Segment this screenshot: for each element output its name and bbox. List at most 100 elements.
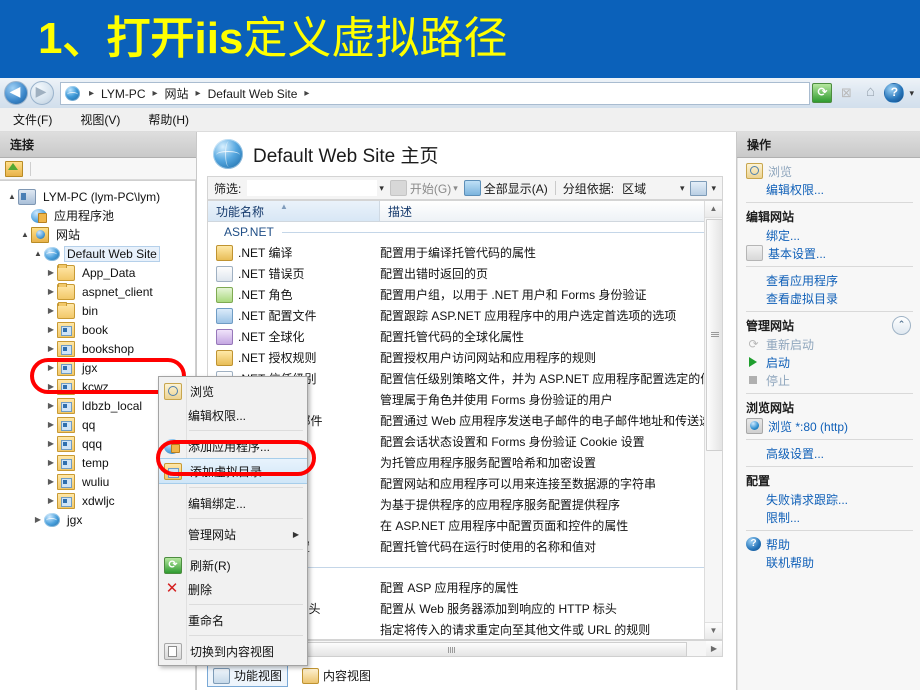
action-item[interactable]: ⟳ 重新启动 bbox=[738, 335, 920, 353]
context-menu-item[interactable]: 浏览 bbox=[159, 379, 307, 403]
feature-row[interactable]: .NET 配置文件 配置跟踪 ASP.NET 应用程序中的用户选定首选项的选项 bbox=[208, 305, 722, 326]
feature-row[interactable]: .NET 授权规则 配置授权用户访问网站和应用程序的规则 bbox=[208, 347, 722, 368]
context-menu-item[interactable]: 编辑权限... bbox=[159, 403, 307, 427]
tree-node[interactable]: ▲ LYM-PC (lym-PC\lym) bbox=[0, 187, 195, 206]
tree-expand-arrow-icon[interactable]: ▶ bbox=[45, 477, 57, 486]
action-item[interactable]: 高级设置... bbox=[738, 444, 920, 462]
breadcrumb-item-server[interactable]: LYM-PC bbox=[99, 87, 147, 101]
scrollbar-thumb[interactable] bbox=[706, 219, 722, 451]
filter-go-chevron-icon[interactable]: ▾ bbox=[453, 183, 458, 194]
tree-expand-arrow-icon[interactable]: ▶ bbox=[45, 420, 57, 429]
tree-expand-arrow-icon[interactable]: ▶ bbox=[45, 382, 57, 391]
action-item[interactable]: 查看虚拟目录 bbox=[738, 289, 920, 307]
action-item[interactable]: 失败请求跟踪... bbox=[738, 490, 920, 508]
action-item[interactable]: 限制... bbox=[738, 508, 920, 526]
feature-row[interactable]: .NET 全球化 配置托管代码的全球化属性 bbox=[208, 326, 722, 347]
tree-node[interactable]: ▶ bookshop bbox=[0, 339, 195, 358]
tree-collapse-arrow-icon[interactable]: ▲ bbox=[19, 230, 31, 239]
filter-chevron-down-icon[interactable]: ▾ bbox=[379, 183, 384, 194]
tree-expand-arrow-icon[interactable]: ▶ bbox=[45, 268, 57, 277]
tree-collapse-arrow-icon[interactable]: ▲ bbox=[32, 249, 44, 258]
tree-node[interactable]: 应用程序池 bbox=[0, 206, 195, 225]
action-item[interactable]: 绑定... bbox=[738, 226, 920, 244]
breadcrumb[interactable]: ▸ LYM-PC ▸ 网站 ▸ Default Web Site ▸ bbox=[60, 82, 810, 105]
action-item[interactable]: 停止 bbox=[738, 371, 920, 389]
action-item[interactable]: 查看应用程序 bbox=[738, 271, 920, 289]
action-item-label: 联机帮助 bbox=[766, 555, 815, 570]
show-all-button[interactable]: 全部显示(A) bbox=[484, 180, 548, 197]
action-item[interactable]: 启动 bbox=[738, 353, 920, 371]
context-menu-divider bbox=[189, 487, 303, 488]
context-menu-item[interactable]: 添加应用程序... bbox=[159, 434, 307, 458]
collapse-chevron-icon[interactable]: ⌃ bbox=[892, 316, 911, 335]
tree-expand-arrow-icon[interactable]: ▶ bbox=[45, 496, 57, 505]
group-by-value[interactable]: 区域 bbox=[622, 180, 646, 197]
context-menu-item[interactable]: 刷新(R) bbox=[159, 553, 307, 577]
feature-name-cell: .NET 错误页 bbox=[208, 265, 380, 282]
refresh-icon[interactable] bbox=[812, 83, 833, 103]
tree-expand-arrow-icon[interactable]: ▶ bbox=[32, 515, 44, 524]
menu-item-view[interactable]: 视图(V) bbox=[77, 109, 123, 130]
forward-button[interactable]: ▶ bbox=[30, 81, 54, 105]
add-connection-icon[interactable] bbox=[5, 160, 23, 177]
action-item[interactable]: 基本设置... bbox=[738, 244, 920, 262]
back-button[interactable]: ◀ bbox=[4, 81, 28, 105]
tree-node[interactable]: ▶ jgx bbox=[0, 358, 195, 377]
context-menu-item[interactable]: 管理网站 ▶ bbox=[159, 522, 307, 546]
chevron-down-icon[interactable]: ▾ bbox=[909, 88, 914, 99]
menu-item-file[interactable]: 文件(F) bbox=[10, 109, 55, 130]
view-mode-icon[interactable] bbox=[690, 180, 708, 196]
action-item[interactable]: 帮助 bbox=[738, 535, 920, 553]
tree-expand-arrow-icon[interactable]: ▶ bbox=[45, 401, 57, 410]
column-header-description[interactable]: 描述 bbox=[380, 203, 412, 220]
scroll-down-icon[interactable]: ▼ bbox=[705, 622, 722, 639]
stop-icon[interactable] bbox=[836, 83, 856, 103]
action-item[interactable]: 编辑权限... bbox=[738, 180, 920, 198]
feature-row[interactable]: .NET 角色 配置用户组，以用于 .NET 用户和 Forms 身份验证 bbox=[208, 284, 722, 305]
group-by-chevron-down-icon[interactable]: ▾ bbox=[680, 183, 685, 194]
context-menu-item[interactable]: 删除 bbox=[159, 577, 307, 601]
action-item[interactable]: 联机帮助 bbox=[738, 553, 920, 571]
tree-node[interactable]: ▲ 网站 bbox=[0, 225, 195, 244]
virtual-dir-icon bbox=[57, 454, 75, 471]
tree-expand-arrow-icon[interactable]: ▶ bbox=[45, 439, 57, 448]
home-icon[interactable] bbox=[860, 82, 880, 103]
help-icon[interactable] bbox=[884, 83, 905, 103]
breadcrumb-item-site[interactable]: Default Web Site bbox=[206, 87, 300, 101]
tree-expand-arrow-icon[interactable]: ▶ bbox=[45, 344, 57, 353]
tree-expand-arrow-icon[interactable]: ▶ bbox=[45, 287, 57, 296]
menu-item-help[interactable]: 帮助(H) bbox=[145, 109, 192, 130]
breadcrumb-item-sites[interactable]: 网站 bbox=[163, 85, 191, 102]
context-menu-item[interactable]: 添加虚拟目录... bbox=[159, 458, 307, 484]
tree-node[interactable]: ▶ aspnet_client bbox=[0, 282, 195, 301]
tab-features-view[interactable]: 功能视图 bbox=[207, 664, 289, 687]
tree-expand-arrow-icon[interactable]: ▶ bbox=[45, 458, 57, 467]
scroll-up-icon[interactable]: ▲ bbox=[705, 201, 722, 218]
tree-expand-arrow-icon[interactable]: ▶ bbox=[45, 363, 57, 372]
context-menu-item[interactable]: 重命名 bbox=[159, 608, 307, 632]
context-menu-item[interactable]: 切换到内容视图 bbox=[159, 639, 307, 663]
column-header-name[interactable]: 功能名称 ▲ bbox=[208, 201, 380, 221]
context-menu[interactable]: 浏览编辑权限... 添加应用程序... 添加虚拟目录... 编辑绑定... 管理网站 ▶ 刷… bbox=[158, 376, 308, 666]
scroll-right-icon[interactable]: ▶ bbox=[706, 641, 722, 656]
context-menu-item[interactable]: 编辑绑定... bbox=[159, 491, 307, 515]
tree-node[interactable]: ▶ App_Data bbox=[0, 263, 195, 282]
view-mode-chevron-down-icon[interactable]: ▾ bbox=[711, 183, 716, 194]
action-item[interactable]: 浏览 bbox=[738, 162, 920, 180]
tree-node[interactable]: ▶ bin bbox=[0, 301, 195, 320]
feature-row[interactable]: .NET 错误页 配置出错时返回的页 bbox=[208, 263, 722, 284]
tree-node[interactable]: ▶ book bbox=[0, 320, 195, 339]
tab-content-view[interactable]: 内容视图 bbox=[296, 664, 377, 687]
virtual-dir-icon bbox=[57, 321, 75, 338]
feature-row[interactable]: .NET 编译 配置用于编译托管代码的属性 bbox=[208, 242, 722, 263]
filter-go-button[interactable]: 开始(G) bbox=[410, 180, 451, 197]
context-menu-item-label: 编辑权限... bbox=[188, 408, 247, 423]
tree-expand-arrow-icon[interactable]: ▶ bbox=[45, 306, 57, 315]
filter-input[interactable] bbox=[247, 180, 378, 196]
tree-node[interactable]: ▲ Default Web Site bbox=[0, 244, 195, 263]
action-item[interactable]: 浏览 *:80 (http) bbox=[738, 417, 920, 435]
tree-expand-arrow-icon[interactable]: ▶ bbox=[45, 325, 57, 334]
feature-name-cell: .NET 配置文件 bbox=[208, 307, 380, 324]
features-vertical-scrollbar[interactable]: ▲ ▼ bbox=[704, 201, 722, 639]
tree-collapse-arrow-icon[interactable]: ▲ bbox=[6, 192, 18, 201]
